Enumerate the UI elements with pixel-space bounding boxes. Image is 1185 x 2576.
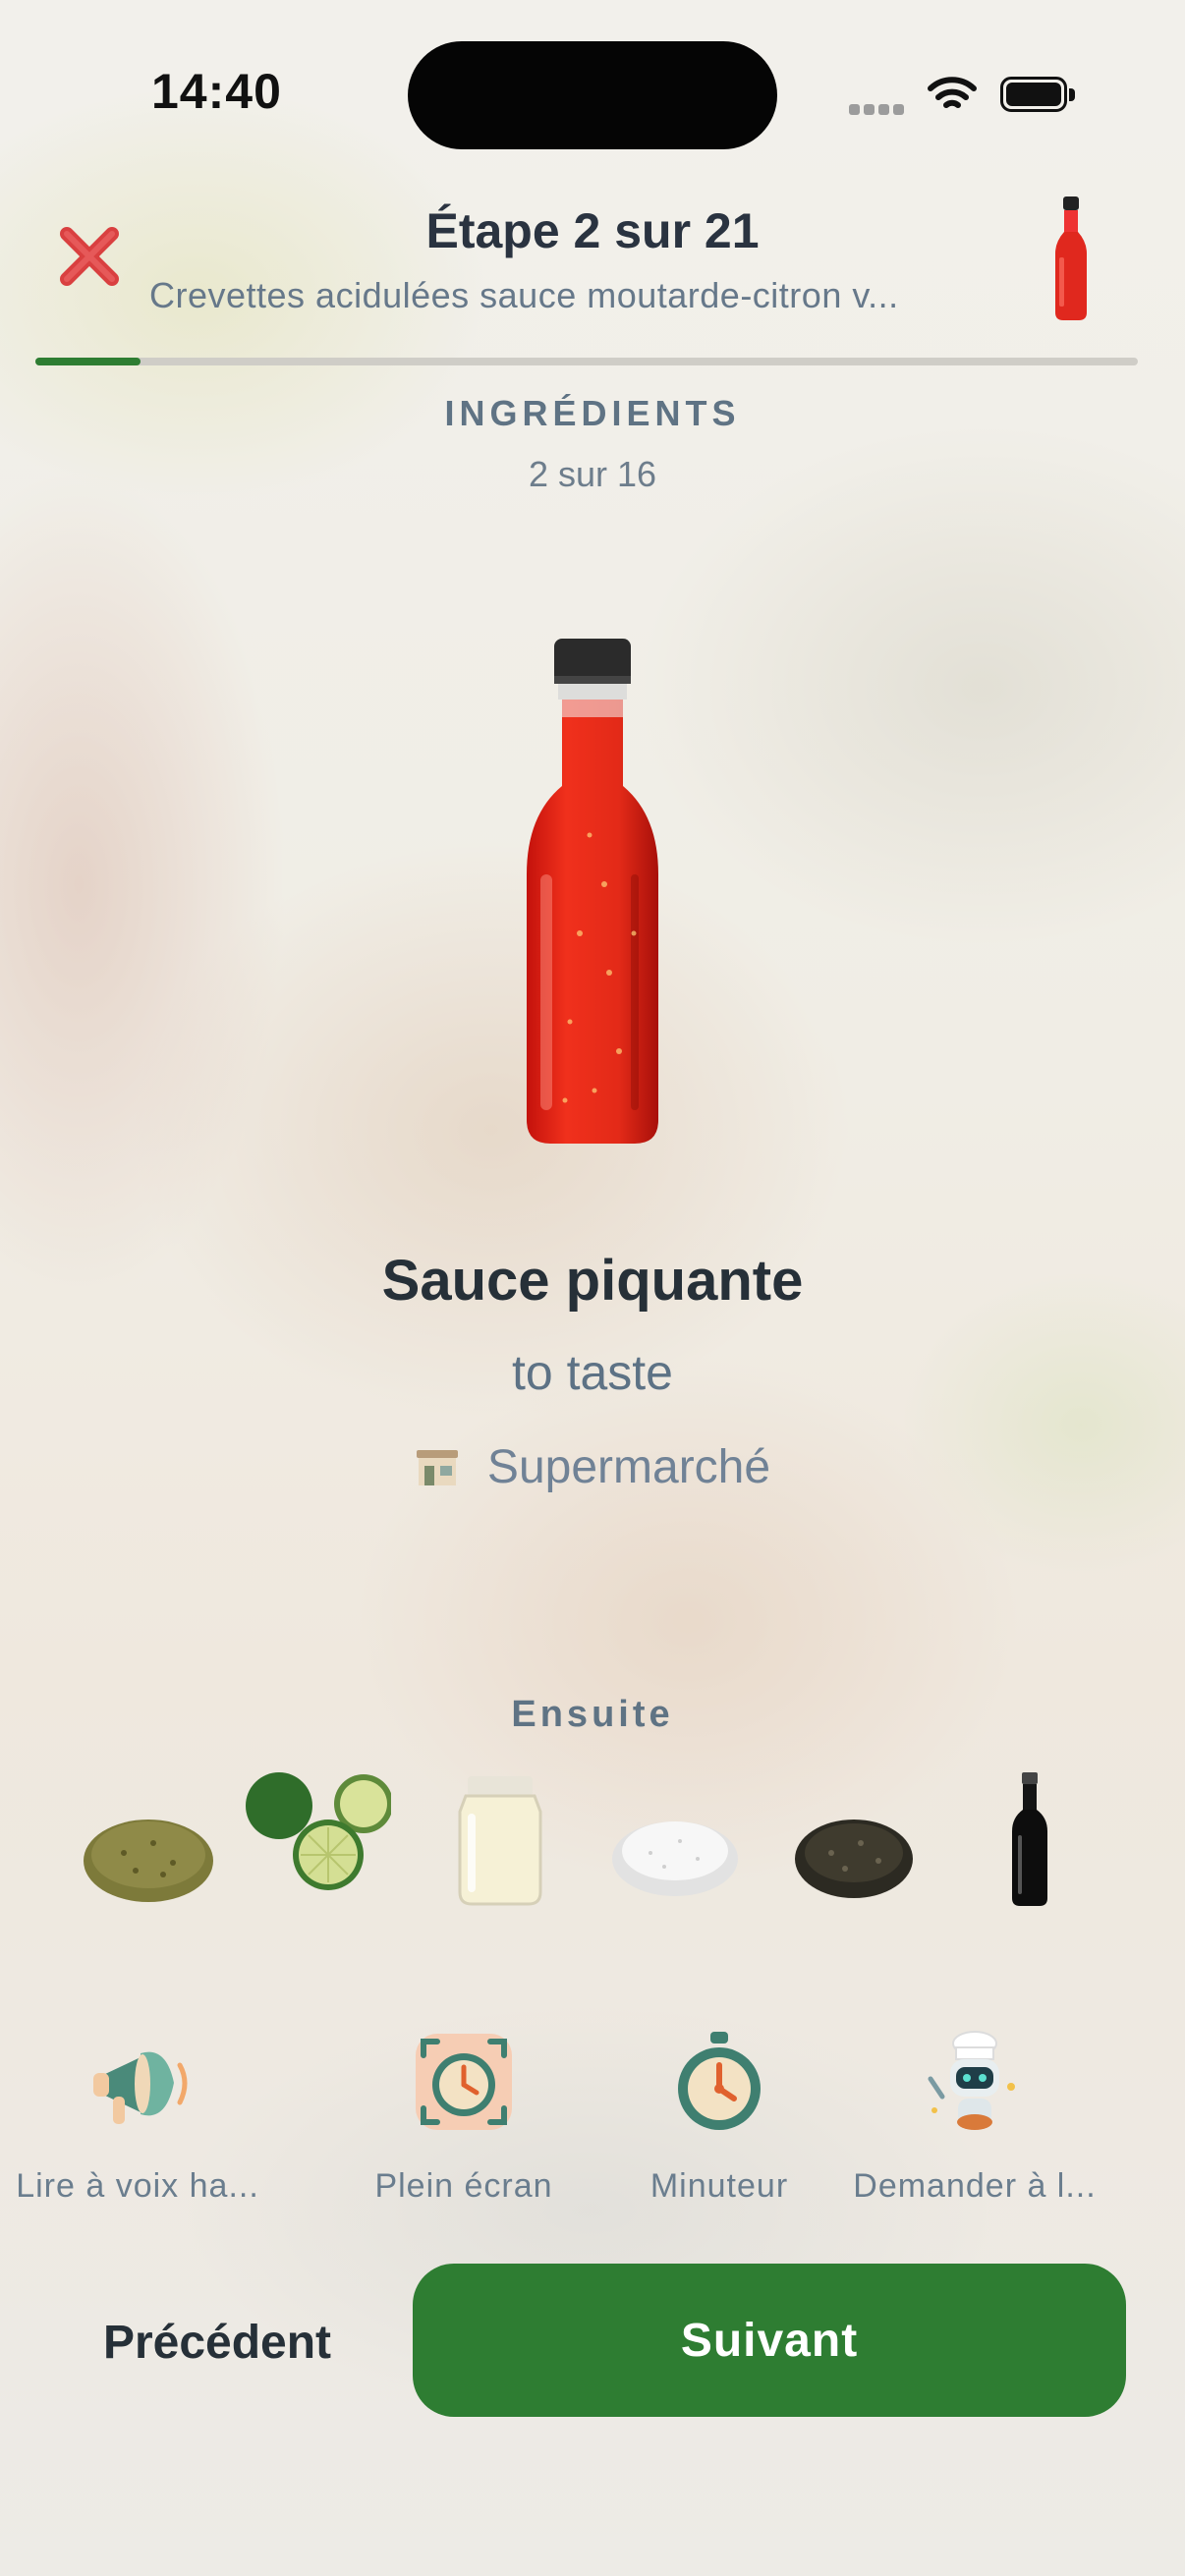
next-ingredient-soy-sauce[interactable] [957,1764,1104,1912]
previous-button[interactable]: Précédent [35,2266,399,2419]
hot-sauce-thumbnail-icon [1055,196,1087,320]
status-time: 14:40 [151,64,282,119]
megaphone-icon [93,2051,188,2124]
robot-chef-icon [928,2031,1015,2130]
next-ingredient-limes[interactable] [244,1764,391,1912]
store-icon [416,1450,458,1486]
black-pepper-icon [795,1820,913,1898]
battery-icon [1000,77,1077,116]
soy-sauce-bottle-icon [1012,1772,1047,1906]
dried-herbs-icon [84,1820,213,1902]
progress-fill [35,358,141,365]
section-label: INGRÉDIENTS [444,393,741,433]
store-location: Supermarché [0,1440,1185,1494]
fullscreen-timer-icon [416,2034,512,2130]
tool-label: Lire à voix ha... [16,2167,259,2205]
next-ingredient-mayonnaise[interactable] [426,1764,574,1912]
ingredient-quantity: to taste [512,1345,673,1400]
limes-icon [246,1772,391,1890]
progress-bar [35,358,1138,365]
mayonnaise-jar-icon [458,1776,542,1906]
tool-label: Minuteur [649,2167,789,2205]
next-ingredients-label: Ensuite [511,1694,674,1735]
stopwatch-icon [678,2032,761,2130]
tool-timer[interactable]: Minuteur [592,2028,847,2206]
tool-label: Plein écran [374,2167,553,2205]
salt-icon [612,1821,738,1896]
dynamic-island [408,41,777,149]
next-ingredient-salt[interactable] [601,1764,749,1912]
store-name: Supermarché [486,1441,771,1493]
ingredient-count: 2 sur 16 [528,454,657,494]
tool-fullscreen[interactable]: Plein écran [336,2028,592,2206]
next-button[interactable]: Suivant [413,2264,1126,2417]
step-title: Étape 2 sur 21 [425,203,760,258]
cellular-signal-icon [849,102,910,116]
tool-label: Demander à l... [853,2167,1097,2205]
next-ingredient-dried-herbs[interactable] [75,1764,222,1912]
ingredient-name: Sauce piquante [381,1249,804,1313]
wifi-icon [928,77,977,108]
tool-ask-assistant[interactable]: Demander à l... [847,2028,1102,2206]
hot-sauce-bottle-image [527,639,658,1144]
next-ingredient-black-pepper[interactable] [780,1764,928,1912]
tool-read-aloud[interactable]: Lire à voix ha... [10,2028,265,2206]
recipe-title: Crevettes acidulées sauce moutarde-citro… [149,275,899,315]
